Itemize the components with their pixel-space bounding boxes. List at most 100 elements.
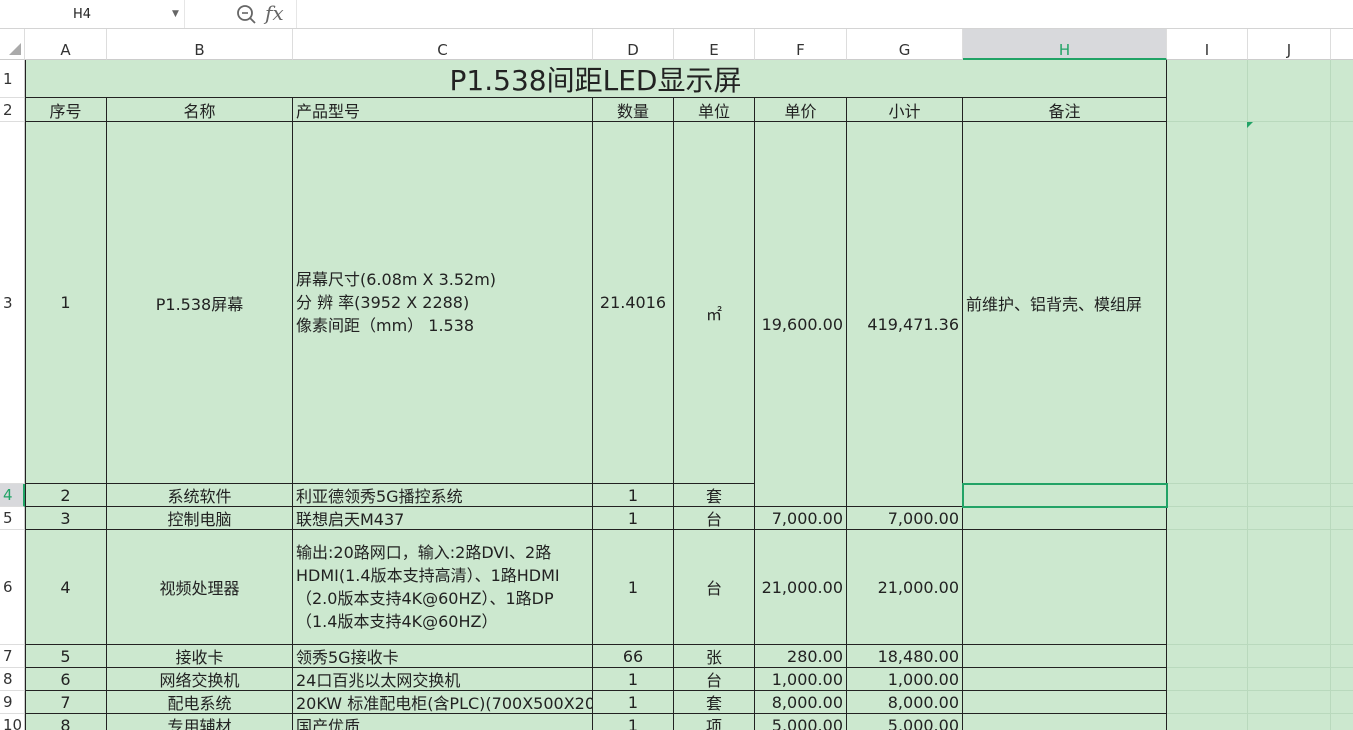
header-remark[interactable]: 备注 (963, 98, 1167, 122)
row-header-6[interactable]: 6 (0, 530, 25, 645)
cell-remark[interactable]: 前维护、铝背壳、模组屏 (963, 122, 1167, 484)
select-all-corner[interactable] (0, 29, 25, 60)
cell-name[interactable]: 接收卡 (107, 645, 293, 668)
cell-seq[interactable]: 4 (25, 530, 107, 645)
zoom-icon[interactable] (235, 3, 257, 25)
column-header-k[interactable] (1331, 29, 1353, 60)
cell-remark[interactable] (963, 645, 1167, 668)
cell-seq[interactable]: 5 (25, 645, 107, 668)
cell-unit[interactable]: 项 (674, 714, 755, 730)
header-seq[interactable]: 序号 (25, 98, 107, 122)
cell-unit[interactable]: 套 (674, 691, 755, 714)
cell-model[interactable]: 联想启天M437 (293, 507, 593, 530)
cell-qty[interactable]: 66 (593, 645, 674, 668)
cell-unit[interactable]: 张 (674, 645, 755, 668)
cell-remark[interactable] (963, 691, 1167, 714)
cell-qty[interactable]: 21.4016 (593, 122, 674, 484)
cell-subtotal[interactable]: 8,000.00 (847, 691, 963, 714)
cell-price[interactable]: 5,000.00 (755, 714, 847, 730)
column-header-i[interactable]: I (1167, 29, 1248, 60)
cell-price[interactable]: 7,000.00 (755, 507, 847, 530)
row-header-3[interactable]: 3 (0, 122, 25, 484)
cell-qty[interactable]: 1 (593, 530, 674, 645)
cell-subtotal[interactable]: 7,000.00 (847, 507, 963, 530)
cell-model[interactable]: 领秀5G接收卡 (293, 645, 593, 668)
cell-price[interactable]: 1,000.00 (755, 668, 847, 691)
cell-model[interactable]: 利亚德领秀5G播控系统 (293, 484, 593, 507)
cell-seq[interactable]: 6 (25, 668, 107, 691)
cell-unit[interactable]: 台 (674, 507, 755, 530)
cell-model[interactable]: 输出:20路网口，输入:2路DVI、2路 HDMI(1.4版本支持高清）、1路H… (293, 530, 593, 645)
cell-remark[interactable] (963, 530, 1167, 645)
row-header-1[interactable]: 1 (0, 60, 25, 98)
cell-price[interactable]: 280.00 (755, 645, 847, 668)
cell-seq[interactable]: 8 (25, 714, 107, 730)
header-price[interactable]: 单价 (755, 98, 847, 122)
cell-name[interactable]: 系统软件 (107, 484, 293, 507)
row-header-7[interactable]: 7 (0, 645, 25, 668)
cell-qty[interactable]: 1 (593, 691, 674, 714)
column-header-f[interactable]: F (755, 29, 847, 60)
cell-model[interactable]: 24口百兆以太网交换机 (293, 668, 593, 691)
cell-unit[interactable]: 台 (674, 668, 755, 691)
cell-price[interactable]: 8,000.00 (755, 691, 847, 714)
header-subtotal[interactable]: 小计 (847, 98, 963, 122)
cell-unit[interactable]: ㎡ (674, 122, 755, 484)
row-header-2[interactable]: 2 (0, 98, 25, 122)
cell-remark[interactable] (963, 507, 1167, 530)
cell-subtotal[interactable]: 419,471.36 (847, 122, 963, 507)
column-header-e[interactable]: E (674, 29, 755, 60)
header-name[interactable]: 名称 (107, 98, 293, 122)
spreadsheet-grid: A B C D E F G H I J 1 2 3 4 5 6 7 8 9 10… (0, 29, 1353, 730)
cell-qty[interactable]: 1 (593, 484, 674, 507)
column-header-h[interactable]: H (963, 29, 1167, 60)
column-header-a[interactable]: A (25, 29, 107, 60)
cell-seq[interactable]: 1 (25, 122, 107, 484)
cell-name[interactable]: 配电系统 (107, 691, 293, 714)
cell-subtotal[interactable]: 5,000.00 (847, 714, 963, 730)
cell-name[interactable]: 网络交换机 (107, 668, 293, 691)
cell-qty[interactable]: 1 (593, 714, 674, 730)
active-cell-selection[interactable] (962, 483, 1168, 508)
cell-remark[interactable] (963, 714, 1167, 730)
select-all-icon (9, 43, 21, 55)
cell-price[interactable]: 19,600.00 (755, 122, 847, 507)
row-header-9[interactable]: 9 (0, 691, 25, 714)
cell-qty[interactable]: 1 (593, 507, 674, 530)
name-box-dropdown-icon[interactable]: ▼ (172, 9, 179, 19)
cell-subtotal[interactable]: 18,480.00 (847, 645, 963, 668)
cell-seq[interactable]: 2 (25, 484, 107, 507)
cell-seq[interactable]: 3 (25, 507, 107, 530)
cell-subtotal[interactable]: 1,000.00 (847, 668, 963, 691)
sheet-title[interactable]: P1.538间距LED显示屏 (25, 60, 1167, 98)
column-header-j[interactable]: J (1248, 29, 1331, 60)
function-icon[interactable]: fx (265, 1, 284, 25)
cell-model[interactable]: 国产优质 (293, 714, 593, 730)
cell-unit[interactable]: 套 (674, 484, 755, 507)
comment-indicator-icon[interactable] (1247, 122, 1253, 128)
cell-name[interactable]: 控制电脑 (107, 507, 293, 530)
header-model[interactable]: 产品型号 (293, 98, 593, 122)
header-qty[interactable]: 数量 (593, 98, 674, 122)
name-box[interactable]: H4 ▼ (0, 1, 184, 27)
column-header-c[interactable]: C (293, 29, 593, 60)
cell-model[interactable]: 20KW 标准配电柜(含PLC)(700X500X200 (293, 691, 593, 714)
column-header-g[interactable]: G (847, 29, 963, 60)
row-header-5[interactable]: 5 (0, 507, 25, 530)
cell-subtotal[interactable]: 21,000.00 (847, 530, 963, 645)
cell-name[interactable]: 视频处理器 (107, 530, 293, 645)
cell-price[interactable]: 21,000.00 (755, 530, 847, 645)
cell-model[interactable]: 屏幕尺寸(6.08m X 3.52m) 分 辨 率(3952 X 2288) 像… (293, 122, 593, 484)
column-header-b[interactable]: B (107, 29, 293, 60)
cell-name[interactable]: P1.538屏幕 (107, 122, 293, 484)
cell-remark[interactable] (963, 668, 1167, 691)
cell-qty[interactable]: 1 (593, 668, 674, 691)
row-header-4[interactable]: 4 (0, 484, 25, 507)
column-header-d[interactable]: D (593, 29, 674, 60)
row-header-10[interactable]: 10 (0, 714, 25, 730)
header-unit[interactable]: 单位 (674, 98, 755, 122)
cell-name[interactable]: 专用辅材 (107, 714, 293, 730)
cell-unit[interactable]: 台 (674, 530, 755, 645)
cell-seq[interactable]: 7 (25, 691, 107, 714)
row-header-8[interactable]: 8 (0, 668, 25, 691)
